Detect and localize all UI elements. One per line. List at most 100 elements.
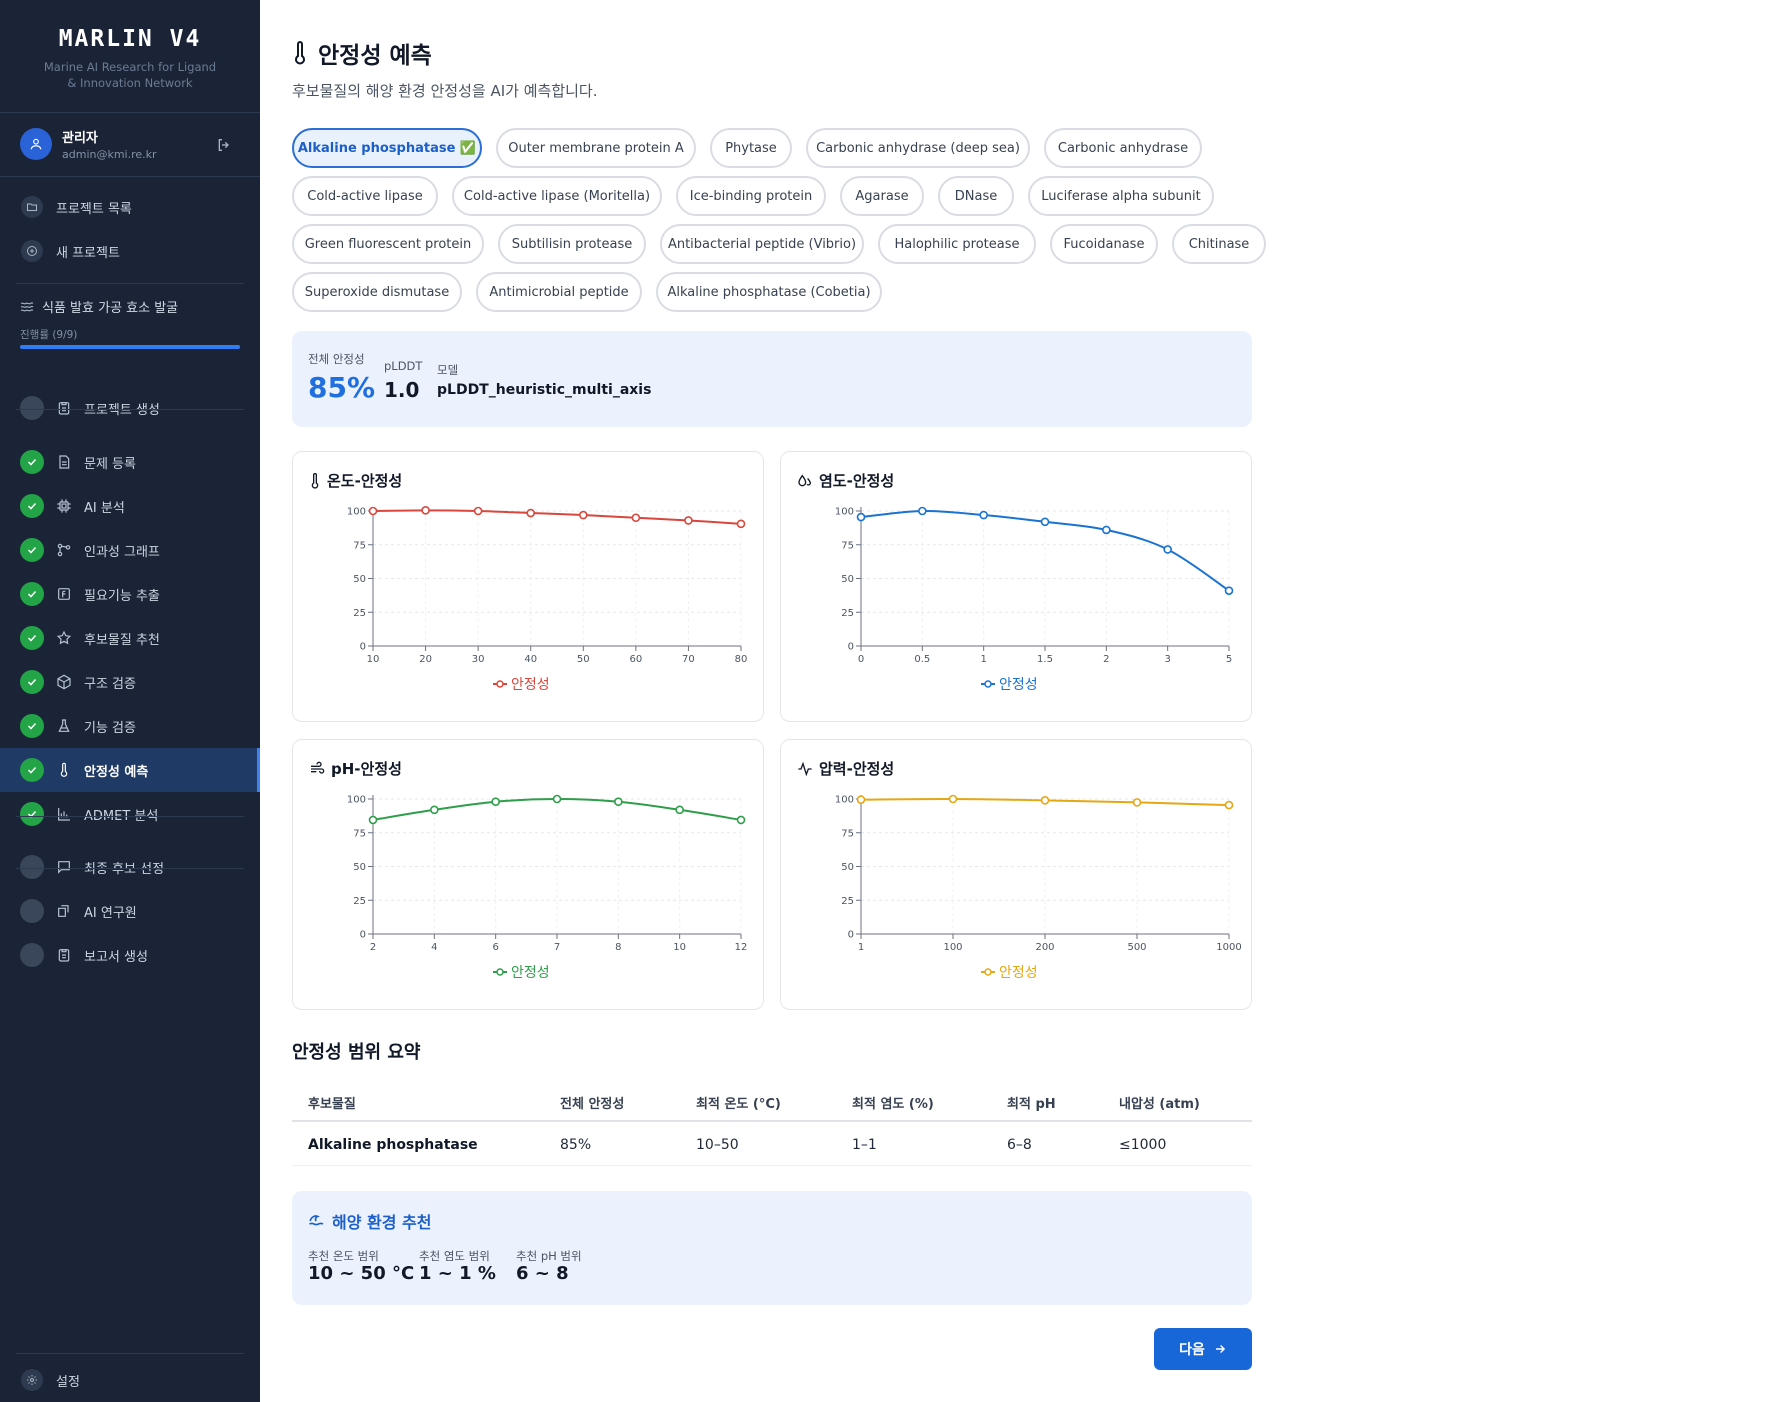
table-cell: 6–8 (1007, 1137, 1032, 1153)
candidate-chip[interactable]: Cold-active lipase (292, 176, 438, 216)
next-button[interactable]: 다음 (1154, 1328, 1252, 1370)
step-10[interactable]: ADMET 분석 (0, 792, 260, 836)
candidate-chip[interactable]: Superoxide dismutase (292, 272, 462, 312)
step-3[interactable]: AI 분석 (0, 484, 260, 528)
y-tick-label: 25 (353, 896, 366, 907)
step-2[interactable]: 문제 등록 (0, 440, 260, 484)
table-cell: Alkaline phosphatase (308, 1137, 478, 1153)
candidate-chip[interactable]: Ice-binding protein (676, 176, 826, 216)
legend-label: 안정성 (999, 677, 1038, 693)
data-point[interactable] (736, 519, 746, 529)
candidate-chip[interactable]: DNase (938, 176, 1014, 216)
candidate-chip[interactable]: Outer membrane protein A (496, 128, 696, 168)
step-9[interactable]: 안정성 예측 (0, 748, 260, 792)
table-cell: 1–1 (852, 1137, 877, 1153)
data-point[interactable] (948, 794, 958, 804)
step-12[interactable]: AI 연구원 (0, 889, 260, 933)
candidate-chip[interactable]: Fucoidanase (1050, 224, 1158, 264)
step-4[interactable]: 인과성 그래프 (0, 528, 260, 572)
step-6[interactable]: 후보물질 추천 (0, 616, 260, 660)
data-point[interactable] (1132, 798, 1142, 807)
candidate-chip[interactable]: Antibacterial peptide (Vibrio) (660, 224, 864, 264)
data-point[interactable] (1040, 517, 1050, 527)
data-point[interactable] (430, 805, 439, 815)
overall-stability-value: 85% (308, 371, 376, 404)
step-8[interactable]: 기능 검증 (0, 704, 260, 748)
step-5[interactable]: 필요기능 추출 (0, 572, 260, 616)
data-point[interactable] (491, 797, 500, 807)
marine-recommendation: 해양 환경 추천 추천 온도 범위 10 ~ 50 °C 추천 염도 범위 1 … (292, 1191, 1252, 1305)
x-tick-label: 30 (472, 654, 485, 665)
bar-chart-icon (54, 804, 74, 824)
data-point[interactable] (1040, 796, 1050, 805)
table-cell: 10–50 (696, 1137, 739, 1153)
candidate-chip[interactable]: Green fluorescent protein (292, 224, 484, 264)
x-tick-label: 3 (1164, 654, 1170, 665)
y-tick-label: 100 (835, 507, 854, 518)
data-point[interactable] (368, 815, 378, 825)
step-13[interactable]: 보고서 생성 (0, 933, 260, 977)
data-point[interactable] (736, 815, 746, 825)
data-point[interactable] (578, 510, 588, 520)
candidate-chip[interactable]: Luciferase alpha subunit (1028, 176, 1214, 216)
page-title: 안정성 예측 (292, 36, 432, 70)
y-tick-label: 75 (841, 540, 854, 551)
nav-projects[interactable]: 프로젝트 목록 (0, 185, 260, 229)
nav-new-project[interactable]: 새 프로젝트 (0, 229, 260, 273)
data-point[interactable] (856, 512, 866, 522)
table-header-cell: 전체 안정성 (560, 1097, 625, 1112)
table-header-cell: 내압성 (atm) (1119, 1097, 1200, 1112)
folder-icon (22, 197, 42, 217)
data-point[interactable] (1224, 586, 1234, 595)
data-point[interactable] (614, 797, 623, 807)
data-point[interactable] (675, 805, 684, 815)
x-tick-label: 2 (370, 942, 376, 953)
step-7[interactable]: 구조 검증 (0, 660, 260, 704)
sidebar: MARLIN V4 Marine AI Research for Ligand … (0, 0, 260, 1402)
x-tick-label: 12 (735, 942, 748, 953)
y-tick-label: 25 (841, 896, 854, 907)
logout-icon[interactable] (214, 135, 234, 155)
candidate-chip[interactable]: Phytase (710, 128, 792, 168)
candidate-chip[interactable]: Carbonic anhydrase (1044, 128, 1202, 168)
nav-settings[interactable]: 설정 (0, 1358, 260, 1402)
data-point[interactable] (552, 794, 562, 804)
candidate-chip[interactable]: Antimicrobial peptide (476, 272, 642, 312)
candidate-chip[interactable]: Halophilic protease (878, 224, 1036, 264)
step-label: 필요기능 추출 (84, 589, 160, 604)
x-tick-label: 1 (980, 654, 986, 665)
candidate-chip[interactable]: Alkaline phosphatase ✅ (292, 128, 482, 168)
check-icon (20, 802, 44, 826)
data-point[interactable] (526, 508, 536, 518)
candidate-chip[interactable]: Chitinase (1172, 224, 1266, 264)
y-tick-label: 0 (848, 642, 854, 653)
wave-icon (309, 1215, 324, 1226)
data-point[interactable] (684, 516, 693, 525)
data-point[interactable] (1102, 525, 1111, 535)
data-point[interactable] (918, 506, 927, 516)
x-tick-label: 10 (673, 942, 686, 953)
data-point[interactable] (473, 506, 483, 516)
candidate-chip[interactable]: Agarase (840, 176, 924, 216)
step-label: 기능 검증 (84, 721, 136, 736)
candidate-chip[interactable]: Subtilisin protease (498, 224, 646, 264)
data-point[interactable] (856, 795, 866, 804)
candidate-chip[interactable]: Cold-active lipase (Moritella) (452, 176, 662, 216)
recommended-salinity-value: 1 ~ 1 % (419, 1263, 496, 1284)
candidate-chip[interactable]: Alkaline phosphatase (Cobetia) (656, 272, 882, 312)
legend-marker (984, 680, 992, 688)
check-icon (20, 670, 44, 694)
data-point[interactable] (368, 506, 378, 516)
step-11[interactable]: 최종 후보 선정 (0, 845, 260, 889)
candidate-chip[interactable]: Carbonic anhydrase (deep sea) (806, 128, 1030, 168)
data-point[interactable] (979, 510, 988, 520)
step-1[interactable]: 프로젝트 생성 (0, 386, 260, 430)
data-point[interactable] (631, 513, 641, 523)
data-point[interactable] (421, 506, 430, 515)
data-point[interactable] (1224, 800, 1234, 810)
page-subtitle: 후보물질의 해양 환경 안정성을 AI가 예측합니다. (292, 82, 598, 100)
next-button-label: 다음 (1179, 1342, 1205, 1358)
check-icon (20, 582, 44, 606)
data-point[interactable] (1163, 545, 1172, 554)
current-project[interactable]: 식품 발효 가공 효소 발굴 (20, 297, 178, 316)
